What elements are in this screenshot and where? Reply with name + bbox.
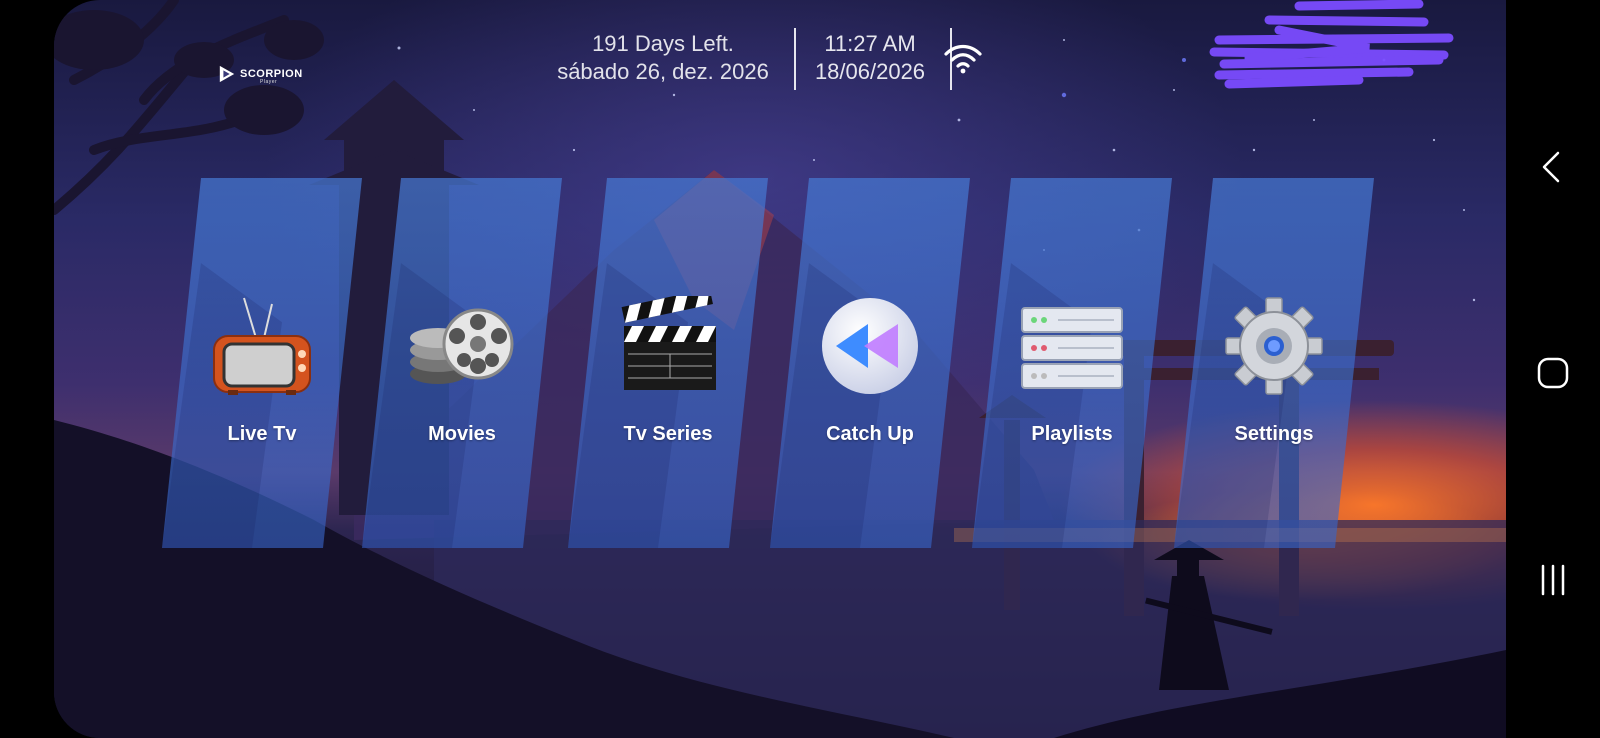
- menu-label: Live Tv: [227, 423, 297, 445]
- film-reels-icon: [410, 308, 514, 384]
- redacted-account-info: [1209, 0, 1454, 89]
- expiry-date: sábado 26, dez. 2026: [557, 59, 769, 84]
- device-screen: SCORPION Player 191 Days Left. sábado 26…: [0, 0, 1600, 738]
- brand-logo: SCORPION Player: [218, 64, 303, 85]
- server-icon: [1021, 307, 1123, 389]
- menu-tile-live-tv[interactable]: Live Tv: [162, 178, 362, 548]
- gear-icon: [1225, 297, 1323, 395]
- system-navigation-bar: [1506, 0, 1600, 738]
- recents-icon[interactable]: [1536, 563, 1570, 597]
- menu-label: Playlists: [1031, 423, 1113, 445]
- menu-tile-settings[interactable]: Settings: [1174, 178, 1374, 548]
- clapperboard-icon: [621, 296, 716, 390]
- menu-tile-movies[interactable]: Movies: [362, 178, 562, 548]
- home-icon[interactable]: [1536, 356, 1570, 390]
- tv-icon: [213, 297, 311, 395]
- menu-tile-tv-series[interactable]: Tv Series: [568, 178, 768, 548]
- logo-subtext: Player: [260, 79, 278, 85]
- menu-label: Tv Series: [623, 423, 713, 445]
- menu-label: Movies: [428, 423, 496, 445]
- days-left: 191 Days Left.: [592, 31, 734, 56]
- iptv-app: SCORPION Player 191 Days Left. sábado 26…: [54, 0, 1506, 738]
- menu-tile-catch-up[interactable]: Catch Up: [770, 178, 970, 548]
- current-date: 18/06/2026: [814, 59, 926, 84]
- menu-label: Settings: [1234, 423, 1314, 445]
- back-icon[interactable]: [1536, 150, 1570, 184]
- scorpion-logo-icon: [219, 65, 235, 83]
- menu-tile-playlists[interactable]: Playlists: [972, 178, 1172, 548]
- subscription-status: 191 Days Left. sábado 26, dez. 2026: [544, 30, 782, 86]
- menu-label: Catch Up: [826, 423, 914, 445]
- clock: 11:27 AM 18/06/2026: [800, 30, 940, 86]
- divider: [794, 28, 796, 90]
- rewind-icon: [822, 298, 918, 394]
- current-time: 11:27 AM: [824, 31, 916, 56]
- wifi-icon: [944, 44, 982, 74]
